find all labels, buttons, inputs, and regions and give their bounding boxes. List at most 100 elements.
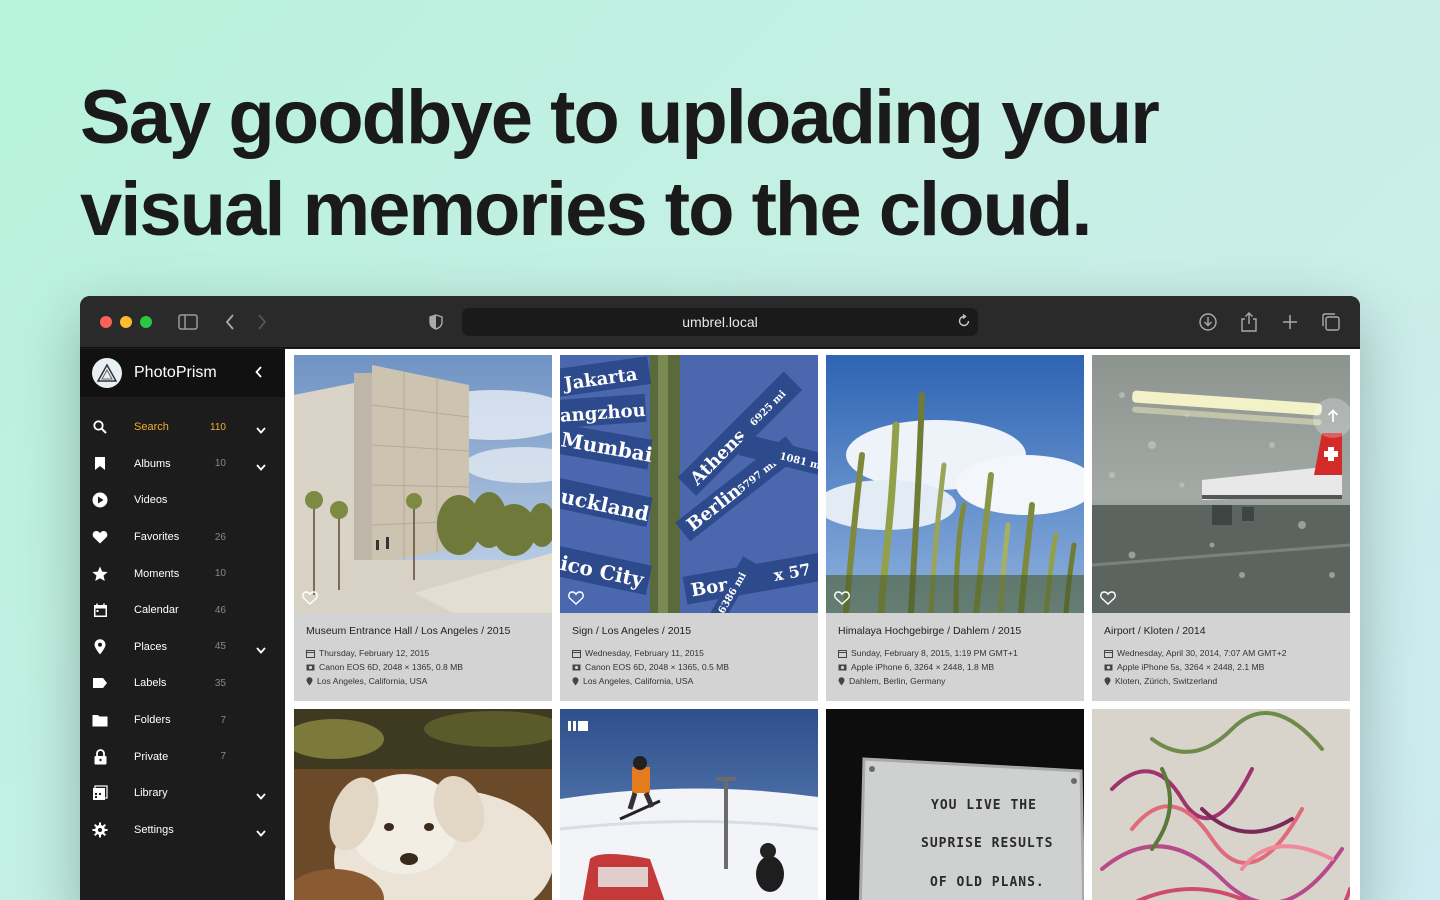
bookmark-icon <box>92 456 108 472</box>
sidebar-item-count: 10 <box>214 458 226 470</box>
photo-thumbnail[interactable] <box>1092 355 1350 613</box>
photo-location-row: Los Angeles, California, USA <box>306 674 540 688</box>
sidebar-item-library[interactable]: Library <box>80 775 285 812</box>
arrow-up-icon <box>1327 408 1339 428</box>
reload-icon[interactable] <box>956 313 972 332</box>
photo-info: Sign / Los Angeles / 2015 Wednesday, Feb… <box>560 613 818 701</box>
chevron-down-icon[interactable] <box>256 824 266 842</box>
tag-icon <box>92 675 108 691</box>
sidebar-item-label: Places <box>134 640 168 653</box>
sidebar-item-label: Calendar <box>134 604 179 617</box>
photo-card[interactable]: Airport / Kloten / 2014 Wednesday, April… <box>1092 355 1350 701</box>
photo-camera: Apple iPhone 6, 3264 × 2448, 1.8 MB <box>851 662 995 672</box>
photo-date-row: Sunday, February 8, 2015, 1:19 PM GMT+1 <box>838 646 1072 660</box>
sidebar-item-favorites[interactable]: Favorites 26 <box>80 519 285 556</box>
favorite-heart-icon[interactable] <box>568 591 584 605</box>
photo-thumbnail[interactable] <box>826 355 1084 613</box>
photo-card[interactable]: YOU LIVE THE SUPRISE RESULTS OF OLD PLAN… <box>826 709 1084 900</box>
sidebar-item-count: 7 <box>220 714 226 726</box>
photo-thumbnail[interactable] <box>294 709 552 900</box>
sidebar-item-settings[interactable]: Settings <box>80 812 285 849</box>
photo-location: Los Angeles, California, USA <box>583 676 694 686</box>
gear-icon <box>92 822 108 838</box>
sidebar-item-count: 10 <box>214 568 226 580</box>
sidebar-item-moments[interactable]: Moments 10 <box>80 555 285 592</box>
privacy-shield-icon[interactable] <box>424 310 448 334</box>
favorite-heart-icon[interactable] <box>302 591 318 605</box>
star-icon <box>92 566 108 582</box>
sidebar-item-labels[interactable]: Labels 35 <box>80 665 285 702</box>
sidebar-item-label: Library <box>134 787 168 800</box>
scroll-to-top-button[interactable] <box>1313 398 1353 438</box>
sidebar-item-videos[interactable]: Videos <box>80 482 285 519</box>
location-pin-icon <box>92 639 108 655</box>
back-icon[interactable] <box>218 310 242 334</box>
zoom-window-button[interactable] <box>140 316 152 328</box>
collapse-sidebar-icon[interactable] <box>255 365 263 383</box>
sidebar: PhotoPrism Search 110 Albums 10 Videos F… <box>80 349 285 900</box>
photo-card[interactable]: Museum Entrance Hall / Los Angeles / 201… <box>294 355 552 701</box>
address-bar[interactable]: umbrel.local <box>462 308 978 336</box>
plaque-line-3: OF OLD PLANS. <box>930 875 1045 890</box>
sidebar-item-count: 26 <box>214 531 226 543</box>
sidebar-item-label: Albums <box>134 457 171 470</box>
share-icon[interactable] <box>1237 310 1261 334</box>
photo-card[interactable] <box>294 709 552 900</box>
photo-thumbnail[interactable]: YOU LIVE THE SUPRISE RESULTS OF OLD PLAN… <box>826 709 1084 900</box>
photo-card[interactable]: Jakarta angzhou Mumbai uckland ico City … <box>560 355 818 701</box>
tab-overview-icon[interactable] <box>1319 310 1343 334</box>
headline-line-2: visual memories to the cloud. <box>80 167 1093 252</box>
sidebar-item-label: Videos <box>134 494 168 507</box>
photo-location-row: Los Angeles, California, USA <box>572 674 806 688</box>
browser-toolbar: umbrel.local <box>80 296 1360 348</box>
sidebar-item-label: Folders <box>134 714 171 727</box>
chevron-down-icon[interactable] <box>256 641 266 659</box>
airport-photo <box>1092 355 1350 613</box>
sidebar-item-private[interactable]: Private 7 <box>80 738 285 775</box>
close-window-button[interactable] <box>100 316 112 328</box>
forward-icon[interactable] <box>250 310 274 334</box>
photo-camera: Canon EOS 6D, 2048 × 1365, 0.5 MB <box>585 662 730 672</box>
chevron-down-icon[interactable] <box>256 458 266 476</box>
photo-card[interactable]: Himalaya Hochgebirge / Dahlem / 2015 Sun… <box>826 355 1084 701</box>
sidebar-toggle-icon[interactable] <box>176 310 200 334</box>
photo-title: Himalaya Hochgebirge / Dahlem / 2015 <box>838 625 1022 637</box>
photo-thumbnail[interactable] <box>560 709 818 900</box>
photo-location: Kloten, Zürich, Switzerland <box>1115 676 1218 686</box>
photo-thumbnail[interactable]: Jakarta angzhou Mumbai uckland ico City … <box>560 355 818 613</box>
photo-title: Sign / Los Angeles / 2015 <box>572 625 692 637</box>
chevron-down-icon[interactable] <box>256 421 266 439</box>
sidebar-item-label: Favorites <box>134 531 180 544</box>
photo-card[interactable] <box>1092 709 1350 900</box>
photo-thumbnail[interactable] <box>1092 709 1350 900</box>
plant-photo <box>826 355 1084 613</box>
sidebar-item-label: Moments <box>134 567 180 580</box>
photo-camera-row: Canon EOS 6D, 2048 × 1365, 0.5 MB <box>572 660 806 674</box>
favorite-heart-icon[interactable] <box>1100 591 1116 605</box>
plaque-line-1: YOU LIVE THE <box>931 798 1037 813</box>
sidebar-item-albums[interactable]: Albums 10 <box>80 446 285 483</box>
sidebar-item-search[interactable]: Search 110 <box>80 409 285 446</box>
location-pin-icon <box>572 676 579 685</box>
sidebar-item-calendar[interactable]: Calendar 46 <box>80 592 285 629</box>
favorite-heart-icon[interactable] <box>834 591 850 605</box>
chevron-down-icon[interactable] <box>256 787 266 805</box>
sidebar-item-label: Private <box>134 750 169 763</box>
photoprism-logo-icon[interactable] <box>92 358 122 388</box>
camera-icon <box>572 664 581 671</box>
sidebar-item-folders[interactable]: Folders 7 <box>80 702 285 739</box>
sidebar-item-places[interactable]: Places 45 <box>80 629 285 666</box>
minimize-window-button[interactable] <box>120 316 132 328</box>
photo-thumbnail[interactable] <box>294 355 552 613</box>
photo-card[interactable] <box>560 709 818 900</box>
sidebar-item-count: 45 <box>214 641 226 653</box>
sidebar-item-label: Labels <box>134 677 167 690</box>
sidebar-header: PhotoPrism <box>80 349 285 397</box>
ski-photo <box>560 709 818 900</box>
photo-date-row: Thursday, February 12, 2015 <box>306 646 540 660</box>
new-tab-icon[interactable] <box>1278 310 1302 334</box>
calendar-icon <box>838 649 847 658</box>
location-pin-icon <box>838 676 845 685</box>
photo-info: Himalaya Hochgebirge / Dahlem / 2015 Sun… <box>826 613 1084 701</box>
download-icon[interactable] <box>1196 310 1220 334</box>
